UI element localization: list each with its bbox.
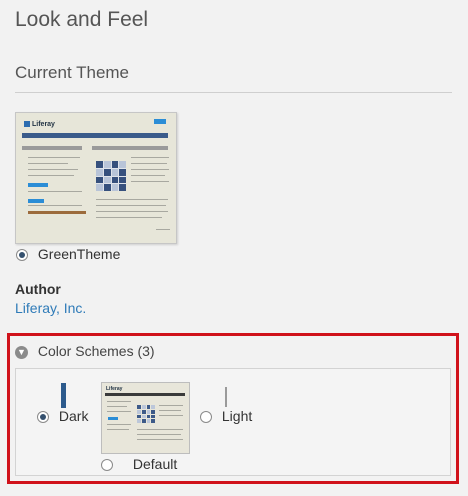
color-scheme-light-label: Light	[221, 408, 253, 424]
color-schemes-toggle[interactable]: ▼ Color Schemes (3)	[15, 343, 155, 359]
color-scheme-light-option[interactable]: Light	[200, 408, 252, 424]
thumbnail-logo: Liferay	[24, 121, 55, 128]
section-divider	[15, 92, 452, 93]
current-theme-option[interactable]: GreenTheme	[16, 246, 120, 262]
color-scheme-light-radio[interactable]	[200, 411, 212, 424]
light-color-swatch	[225, 387, 227, 407]
color-scheme-default-option[interactable]: Default	[101, 456, 177, 472]
color-scheme-dark-option[interactable]: Dark	[37, 408, 88, 424]
color-schemes-header: Color Schemes (3)	[37, 343, 155, 359]
color-scheme-default-radio[interactable]	[101, 459, 113, 472]
current-theme-thumbnail: Liferay	[15, 112, 177, 244]
default-scheme-thumbnail[interactable]: Liferay	[101, 382, 190, 454]
default-thumb-logo: Liferay	[106, 386, 123, 392]
color-scheme-dark-label: Dark	[58, 408, 89, 424]
author-link[interactable]: Liferay, Inc.	[15, 300, 86, 316]
current-theme-name: GreenTheme	[37, 246, 121, 262]
color-scheme-dark-radio[interactable]	[37, 411, 49, 424]
color-scheme-default-label: Default	[132, 456, 178, 472]
page-title: Look and Feel	[15, 8, 149, 31]
chevron-down-icon: ▼	[15, 345, 28, 359]
author-label: Author	[15, 281, 61, 297]
dark-color-swatch	[61, 383, 66, 408]
current-theme-heading: Current Theme	[15, 63, 130, 82]
current-theme-radio[interactable]	[16, 249, 28, 262]
